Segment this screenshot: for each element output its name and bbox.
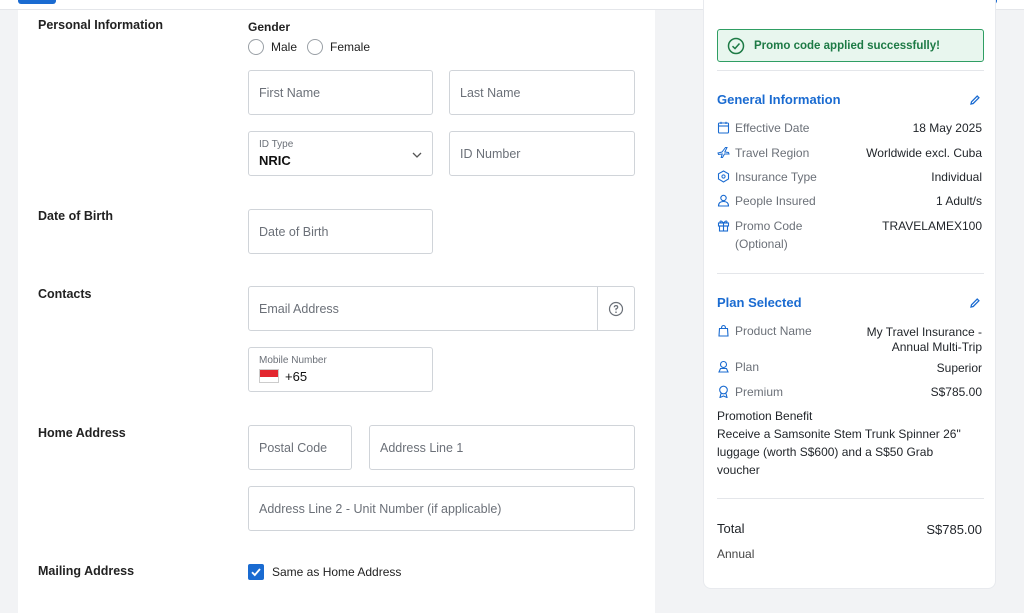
- plan-selected-title: Plan Selected: [717, 295, 802, 310]
- last-name-input[interactable]: Last Name: [449, 70, 635, 115]
- product-name-text: Product Name: [735, 324, 812, 338]
- promo-code-value: TRAVELAMEX100: [882, 219, 982, 233]
- gift-icon: [717, 220, 730, 232]
- promotion-benefit-title: Promotion Benefit: [717, 409, 813, 423]
- product-name-line2: Annual Multi-Trip: [891, 340, 982, 354]
- gender-male-radio[interactable]: Male: [248, 39, 297, 55]
- postal-code-placeholder: Postal Code: [259, 440, 328, 455]
- address-line1-placeholder: Address Line 1: [380, 440, 464, 455]
- id-number-input[interactable]: ID Number: [449, 131, 635, 176]
- edit-general-pencil-icon[interactable]: [969, 94, 981, 106]
- people-insured-label: People Insured: [717, 192, 816, 210]
- id-type-value: NRIC: [259, 153, 291, 168]
- product-name-line1: My Travel Insurance -: [866, 325, 982, 339]
- bag-icon: [718, 324, 729, 337]
- postal-code-input[interactable]: Postal Code: [248, 425, 352, 470]
- first-name-input[interactable]: First Name: [248, 70, 433, 115]
- insurance-type-value: Individual: [931, 170, 982, 184]
- section-date-of-birth: Date of Birth: [38, 209, 113, 223]
- insurance-type-text: Insurance Type: [735, 170, 817, 184]
- promotion-benefit-text: Receive a Samsonite Stem Trunk Spinner 2…: [717, 427, 961, 477]
- check-circle-icon: [727, 37, 745, 54]
- divider: [717, 70, 984, 71]
- travel-region-label: Travel Region: [717, 144, 809, 162]
- product-name-label: Product Name: [717, 322, 812, 340]
- gender-female-label: Female: [330, 40, 371, 54]
- address-line1-input[interactable]: Address Line 1: [369, 425, 635, 470]
- premium-label: Premium: [717, 383, 783, 401]
- section-personal-information: Personal Information: [38, 18, 164, 32]
- address-line2-placeholder: Address Line 2 - Unit Number (if applica…: [259, 501, 502, 516]
- same-as-home-label: Same as Home Address: [272, 565, 402, 579]
- gender-female-radio[interactable]: Female: [307, 39, 370, 55]
- address-line2-input[interactable]: Address Line 2 - Unit Number (if applica…: [248, 486, 635, 531]
- singapore-flag-icon: [259, 369, 279, 383]
- plan-label: Plan: [717, 358, 759, 376]
- promo-success-banner: Promo code applied successfully!: [717, 29, 984, 62]
- travel-region-text: Travel Region: [735, 146, 810, 160]
- mobile-number-label: Mobile Number: [259, 355, 327, 366]
- date-of-birth-input[interactable]: Date of Birth: [248, 209, 433, 254]
- effective-date-value: 18 May 2025: [912, 121, 982, 135]
- promo-success-text: Promo code applied successfully!: [754, 39, 940, 52]
- mobile-number-input[interactable]: Mobile Number +65: [248, 347, 433, 392]
- same-as-home-checkbox[interactable]: Same as Home Address: [248, 564, 401, 580]
- promo-code-text: Promo Code: [735, 219, 803, 233]
- product-name-value: My Travel Insurance - Annual Multi-Trip: [867, 325, 982, 355]
- checkbox-checked-icon: [248, 564, 264, 580]
- id-type-label: ID Type: [259, 139, 294, 150]
- help-icon[interactable]: [608, 301, 624, 317]
- first-name-placeholder: First Name: [259, 85, 321, 100]
- insurance-type-label: Insurance Type: [717, 168, 817, 186]
- general-information-title: General Information: [717, 92, 841, 107]
- shield-icon: [717, 170, 730, 183]
- section-mailing-address: Mailing Address: [38, 564, 135, 578]
- people-insured-text: People Insured: [735, 194, 816, 208]
- person-icon: [717, 194, 730, 207]
- email-field[interactable]: Email Address: [248, 286, 635, 331]
- gender-label: Gender: [248, 20, 291, 34]
- chevron-down-icon: [412, 152, 422, 158]
- divider: [717, 498, 984, 499]
- plan-icon: [718, 360, 729, 373]
- calendar-icon: [717, 121, 730, 134]
- plan-text: Plan: [735, 360, 760, 374]
- divider: [717, 273, 984, 274]
- travel-region-value: Worldwide excl. Cuba: [866, 146, 982, 160]
- applicant-form: Personal Information Gender Male Female …: [18, 10, 655, 613]
- top-tab-indicator[interactable]: [18, 0, 56, 4]
- last-name-placeholder: Last Name: [460, 85, 521, 100]
- email-placeholder: Email Address: [259, 301, 339, 316]
- id-type-select[interactable]: ID Type NRIC: [248, 131, 433, 176]
- total-period: Annual: [717, 547, 755, 561]
- airplane-icon: [717, 147, 730, 158]
- mobile-country-code: +65: [285, 369, 308, 384]
- gender-male-label: Male: [271, 40, 298, 54]
- date-of-birth-placeholder: Date of Birth: [259, 224, 329, 239]
- premium-text: Premium: [735, 385, 784, 399]
- radio-circle-icon: [248, 39, 264, 55]
- total-value: S$785.00: [926, 522, 982, 537]
- promo-code-label: Promo Code (Optional): [717, 217, 802, 253]
- badge-icon: [719, 385, 728, 398]
- id-number-placeholder: ID Number: [460, 146, 521, 161]
- effective-date-label: Effective Date: [717, 119, 809, 137]
- effective-date-text: Effective Date: [735, 121, 810, 135]
- premium-value: S$785.00: [930, 385, 982, 399]
- field-divider: [597, 287, 598, 330]
- people-insured-value: 1 Adult/s: [935, 194, 982, 208]
- radio-circle-icon: [307, 39, 323, 55]
- promo-code-text-wrap: Promo Code (Optional): [735, 217, 802, 253]
- edit-plan-pencil-icon[interactable]: [969, 297, 981, 309]
- summary-panel: Promo code applied successfully! General…: [703, 0, 996, 589]
- section-home-address: Home Address: [38, 426, 126, 440]
- plan-value: Superior: [936, 361, 982, 375]
- promo-code-optional-text: (Optional): [735, 237, 788, 251]
- section-contacts: Contacts: [38, 287, 92, 301]
